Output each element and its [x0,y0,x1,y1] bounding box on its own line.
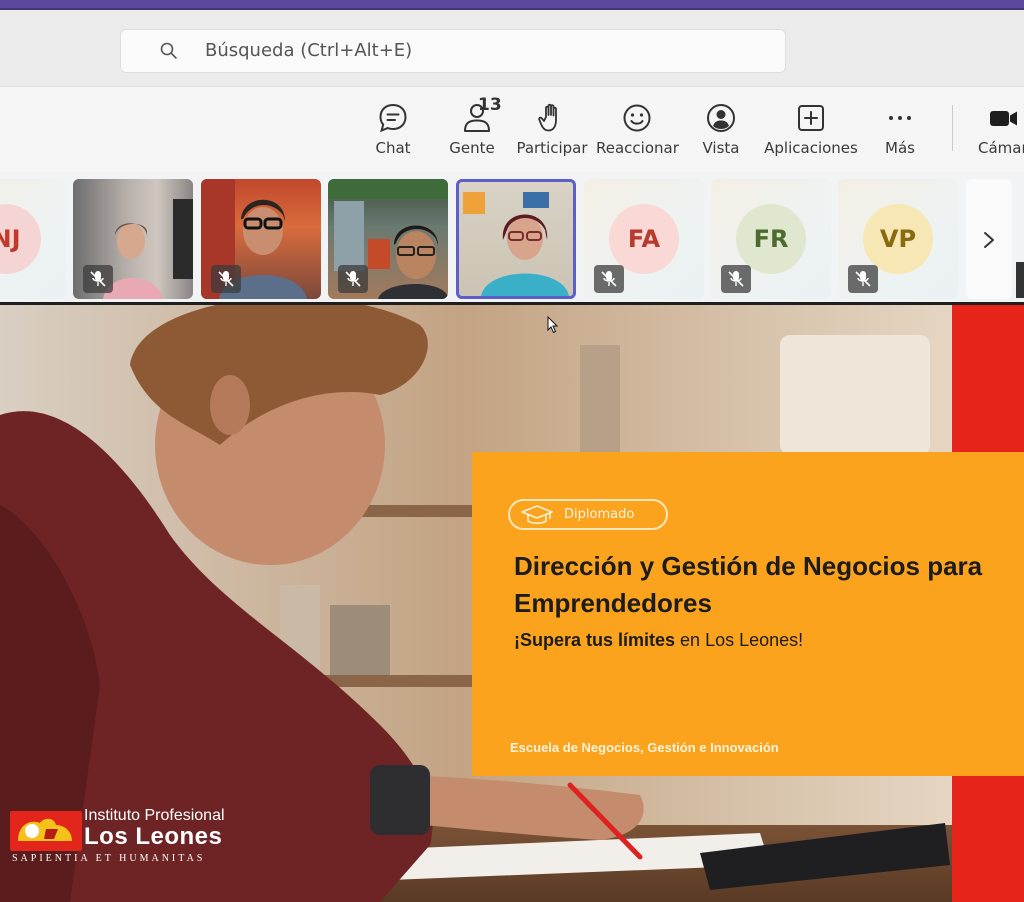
toolbar-separator [952,105,953,151]
badge-label: Diplomado [564,507,635,522]
more-icon [889,116,911,120]
more-label: Más [885,139,915,157]
apps-button[interactable]: Aplicaciones [764,87,858,173]
participant-video-tile-active[interactable] [456,179,576,299]
search-area [0,10,1024,86]
partial-tile [1016,262,1024,298]
presentation-slide: Diplomado Dirección y Gestión de Negocio… [0,305,1024,902]
school-name: Escuela de Negocios, Gestión e Innovació… [510,740,779,755]
view-icon [707,104,735,132]
title-bar [0,0,1024,10]
participant-strip: NJ FA FR VP [0,172,1024,302]
participant-tile[interactable]: FR [711,179,831,299]
lion-crest-icon [10,811,82,851]
camera-icon [990,111,1017,126]
search-box[interactable] [120,29,786,73]
camera-button[interactable]: Cámar [972,87,1024,173]
slide-subtitle: ¡Supera tus límites en Los Leones! [514,630,803,651]
people-button[interactable]: 13 Gente [440,87,504,173]
institution-logo: Instituto Profesional Los Leones SAPIENT… [10,807,250,869]
chat-button[interactable]: Chat [362,87,424,173]
muted-mic-icon [338,265,368,293]
raise-hand-label: Participar [516,139,588,157]
participant-video [463,192,569,296]
people-label: Gente [449,139,495,157]
logo-line-2: Los Leones [84,823,223,850]
program-badge: Diplomado [508,499,668,530]
react-label: Reaccionar [596,139,679,157]
more-button[interactable]: Más [872,87,928,173]
participant-tile[interactable]: VP [838,179,958,299]
raise-hand-button[interactable]: Participar [516,87,588,173]
people-count: 13 [478,95,502,115]
view-label: Vista [702,139,740,157]
react-button[interactable]: Reaccionar [596,87,679,173]
meeting-toolbar: Chat 13 Gente Participar Reaccionar Vist… [0,86,1024,173]
avatar: FR [736,204,806,274]
slide-info-card: Diplomado Dirección y Gestión de Negocio… [472,452,1024,776]
camera-label: Cámar [978,139,1024,157]
chat-label: Chat [375,139,411,157]
avatar: VP [863,204,933,274]
subtitle-bold: ¡Supera tus límites [514,630,676,650]
participant-video-tile[interactable] [328,179,448,299]
plus-square-icon [798,105,824,131]
next-participants-button[interactable] [966,179,1012,299]
muted-mic-icon [211,265,241,293]
muted-mic-icon [721,265,751,293]
participant-video-tile[interactable] [201,179,321,299]
search-icon [160,42,177,59]
muted-mic-icon [594,265,624,293]
view-button[interactable]: Vista [694,87,748,173]
avatar: NJ [0,204,41,274]
chevron-right-icon [984,232,994,248]
raise-hand-icon [538,103,557,132]
apps-label: Aplicaciones [764,139,858,157]
muted-mic-icon [83,265,113,293]
participant-tile[interactable]: NJ [0,179,66,299]
participant-tile[interactable]: FA [584,179,704,299]
mouse-cursor-icon [547,316,558,334]
search-input[interactable] [205,30,765,72]
subtitle-rest: en Los Leones! [675,630,804,650]
muted-mic-icon [848,265,878,293]
logo-motto: SAPIENTIA ET HUMANITAS [12,853,206,864]
slide-title: Dirección y Gestión de Negocios para Emp… [514,551,983,618]
graduation-cap-icon [521,505,553,524]
smile-icon [623,104,651,132]
participant-video-tile[interactable] [73,179,193,299]
avatar: FA [609,204,679,274]
chat-icon [379,103,407,133]
